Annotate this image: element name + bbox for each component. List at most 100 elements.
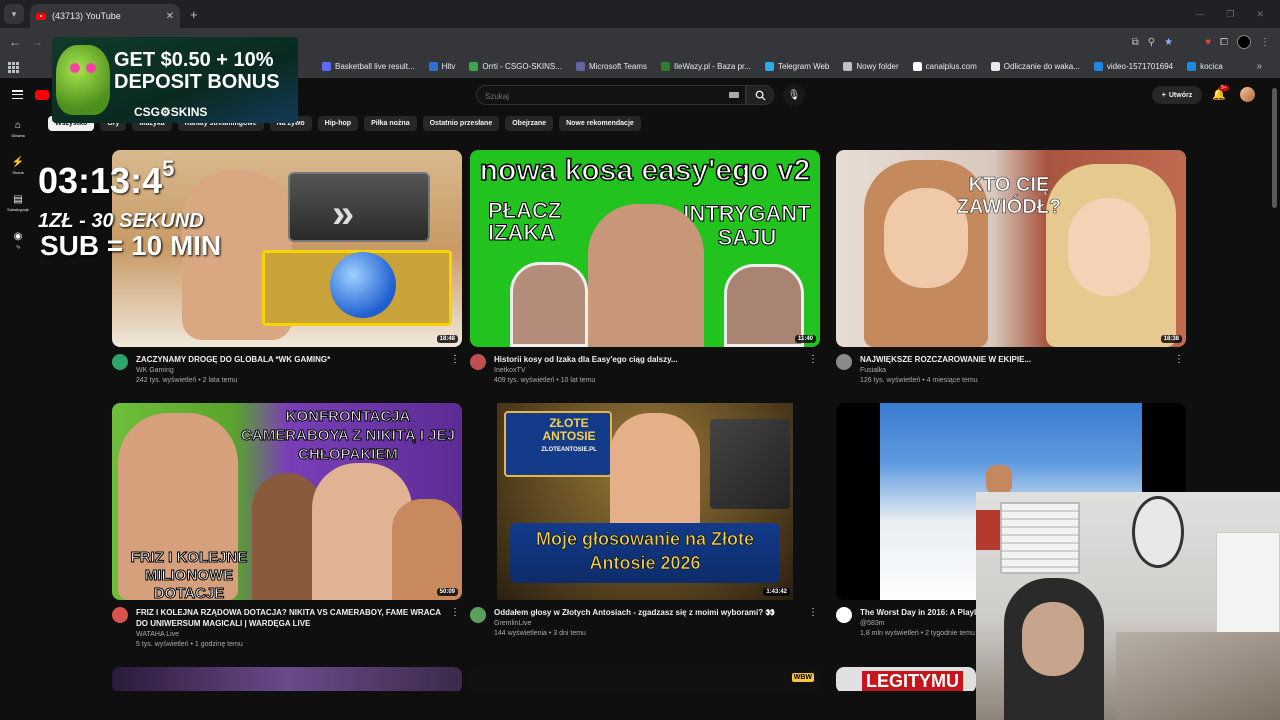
browser-tab-youtube[interactable]: (43713) YouTube ✕ xyxy=(30,4,180,28)
bookmark-favicon-icon xyxy=(912,62,922,71)
video-thumbnail[interactable]: nowa kosa easy'ego v2 PŁACZ IZAKA INTRYG… xyxy=(470,150,820,347)
bookmark-favicon-icon xyxy=(428,62,438,71)
video-card[interactable]: nowa kosa easy'ego v2 PŁACZ IZAKA INTRYG… xyxy=(470,150,820,384)
bookmark-item[interactable]: kocica xyxy=(1187,62,1223,71)
tab-title: (43713) YouTube xyxy=(52,11,121,21)
back-arrow-icon[interactable]: ← xyxy=(4,35,26,49)
bookmark-item[interactable]: Basketball live result... xyxy=(322,62,415,71)
create-button[interactable]: + Utwórz xyxy=(1152,86,1202,104)
bookmark-item[interactable]: canalplus.com xyxy=(912,62,977,71)
bookmark-item[interactable]: Telegram Web xyxy=(764,62,829,71)
apps-grid-icon[interactable] xyxy=(8,61,19,73)
search-box[interactable] xyxy=(476,85,746,106)
bookmark-item[interactable]: Nowy folder xyxy=(843,62,899,71)
search-input[interactable] xyxy=(477,87,745,106)
thumb-text: ZŁOTE ANTOSIE xyxy=(542,416,596,443)
video-thumbnail-partial[interactable]: WBW xyxy=(470,667,820,693)
search-button[interactable] xyxy=(746,85,774,105)
maximize-icon[interactable]: ❐ xyxy=(1226,9,1234,20)
channel-name[interactable]: GremlinLive xyxy=(494,620,804,627)
filter-chip[interactable]: Ostatnio przesłane xyxy=(422,116,500,131)
video-thumbnail-partial[interactable] xyxy=(112,667,462,693)
profile-avatar-icon[interactable] xyxy=(1237,35,1251,49)
video-duration: 18:38 xyxy=(1160,335,1182,343)
video-card[interactable]: KTO CIĘ ZAWIÓDŁ? 18:38 NAJWIĘKSZE ROZCZA… xyxy=(836,150,1186,384)
bookmark-list: Basketball live result... Hltv Orrti - CSG… xyxy=(322,62,1223,71)
bookmark-item[interactable]: Odliczanie do waka... xyxy=(990,62,1080,71)
voice-search-mic-icon[interactable]: 🎙 xyxy=(783,84,805,106)
close-window-icon[interactable]: ✕ xyxy=(1256,9,1264,20)
more-actions-icon[interactable]: ⋮ xyxy=(450,607,460,618)
video-stats: 5 tys. wyświetleń • 1 godzinę temu xyxy=(136,641,243,648)
keyboard-icon[interactable] xyxy=(729,92,739,98)
bookmark-item[interactable]: Hltv xyxy=(428,62,455,71)
browser-menu-icon[interactable]: ⋮ xyxy=(1260,37,1270,48)
video-thumbnail[interactable]: KTO CIĘ ZAWIÓDŁ? 18:38 xyxy=(836,150,1186,347)
video-stats: 242 tys. wyświetleń • 2 lata temu xyxy=(136,377,238,384)
video-thumbnail[interactable]: ZŁOTE ANTOSIE ZLOTEANTOSIE.PL Moje głoso… xyxy=(470,403,820,600)
bookmark-item[interactable]: video-1571701694 xyxy=(1093,62,1173,71)
channel-avatar[interactable] xyxy=(470,354,486,370)
video-thumbnail-partial[interactable]: LEGITYMU xyxy=(836,667,976,693)
browser-tab-strip: ▾ (43713) YouTube ✕ + — ❐ ✕ xyxy=(0,0,1280,28)
video-title[interactable]: Historii kosy od Izaka dla Easy'ego ciąg… xyxy=(494,354,804,365)
account-avatar[interactable] xyxy=(1240,87,1255,102)
channel-name[interactable]: WK Gaming xyxy=(136,367,446,374)
sidebar-item-subscriptions[interactable]: ▤ Subskrypcje xyxy=(0,194,36,212)
sidebar-item-home[interactable]: ⌂ Główna xyxy=(0,120,36,138)
page-scrollbar[interactable] xyxy=(1272,88,1277,208)
home-icon: ⌂ xyxy=(14,120,22,131)
bookmark-favicon-icon xyxy=(469,62,479,71)
more-actions-icon[interactable]: ⋮ xyxy=(450,354,460,365)
bookmark-item[interactable]: Microsoft Teams xyxy=(575,62,648,71)
video-title[interactable]: NAJWIĘKSZE ROZCZAROWANIE W EKIPIE... xyxy=(860,354,1170,365)
extensions-puzzle-icon[interactable]: ⧠ xyxy=(1220,37,1228,48)
menu-hamburger-icon[interactable] xyxy=(12,90,23,99)
bookmark-item[interactable]: IleWazy.pl - Baza pr... xyxy=(661,62,751,71)
sidebar-item-you[interactable]: ◉ Ty xyxy=(0,231,36,249)
bookmark-favicon-icon xyxy=(1187,62,1197,71)
channel-avatar[interactable] xyxy=(470,607,486,623)
more-actions-icon[interactable]: ⋮ xyxy=(808,354,818,365)
minimize-icon[interactable]: — xyxy=(1195,9,1204,20)
video-title[interactable]: Oddałem głosy w Złotych Antosiach - zgad… xyxy=(494,607,804,618)
video-card[interactable]: KONFRONTACJA CAMERABOYA Z NIKITĄ I JEJ C… xyxy=(112,403,462,648)
tab-search-chevron-icon[interactable]: ▾ xyxy=(4,4,24,24)
bookmark-favicon-icon xyxy=(661,62,671,71)
video-title[interactable]: FRIZ I KOLEJNA RZĄDOWA DOTACJA? NIKITA V… xyxy=(136,607,446,629)
channel-name[interactable]: Fusialka xyxy=(860,367,1170,374)
zoom-icon[interactable]: ⚲ xyxy=(1148,37,1155,48)
sidebar-item-shorts[interactable]: ⚡ Shorts xyxy=(0,157,36,175)
sidebar-label: Subskrypcje xyxy=(7,207,29,212)
video-stats: 126 tys. wyświetleń • 4 miesiące temu xyxy=(860,377,978,384)
channel-name[interactable]: WATAHA Live xyxy=(136,631,446,638)
bookmark-star-icon[interactable]: ★ xyxy=(1164,37,1173,48)
video-thumbnail[interactable]: KONFRONTACJA CAMERABOYA Z NIKITĄ I JEJ C… xyxy=(112,403,462,600)
channel-avatar[interactable] xyxy=(112,607,128,623)
install-app-icon[interactable]: ⧉ xyxy=(1132,37,1139,48)
forward-arrow-icon[interactable]: → xyxy=(26,35,48,49)
channel-name[interactable]: InetkoxTV xyxy=(494,367,804,374)
video-title[interactable]: ZACZYNAMY DROGĘ DO GLOBALA *WK GAMING* xyxy=(136,354,446,365)
channel-avatar[interactable] xyxy=(836,354,852,370)
extension-heart-icon[interactable]: ♥ xyxy=(1205,37,1211,48)
more-actions-icon[interactable]: ⋮ xyxy=(1174,354,1184,365)
channel-avatar[interactable] xyxy=(836,607,852,623)
filter-chip[interactable]: Nowe rekomendacje xyxy=(559,116,641,131)
filter-chip[interactable]: Obejrzane xyxy=(505,116,554,131)
video-card[interactable]: ZŁOTE ANTOSIE ZLOTEANTOSIE.PL Moje głoso… xyxy=(470,403,820,637)
youtube-logo-icon[interactable] xyxy=(35,90,49,100)
bookmarks-overflow-icon[interactable]: » xyxy=(1256,61,1262,72)
bookmark-item[interactable]: Orrti - CSGO-SKINS... xyxy=(469,62,562,71)
new-tab-plus-icon[interactable]: + xyxy=(190,7,198,22)
filter-chip[interactable]: Hip-hop xyxy=(317,116,359,131)
tab-close-icon[interactable]: ✕ xyxy=(166,11,174,22)
channel-avatar[interactable] xyxy=(112,354,128,370)
bookmark-label: Microsoft Teams xyxy=(588,62,648,71)
filter-chip[interactable]: Piłka nożna xyxy=(364,116,417,131)
timer-last-digit: 5 xyxy=(162,156,175,181)
video-meta: Oddałem głosy w Złotych Antosiach - zgad… xyxy=(470,607,820,637)
more-actions-icon[interactable]: ⋮ xyxy=(808,607,818,618)
bottom-letterbox xyxy=(0,691,976,720)
video-duration: 50:09 xyxy=(436,588,458,596)
